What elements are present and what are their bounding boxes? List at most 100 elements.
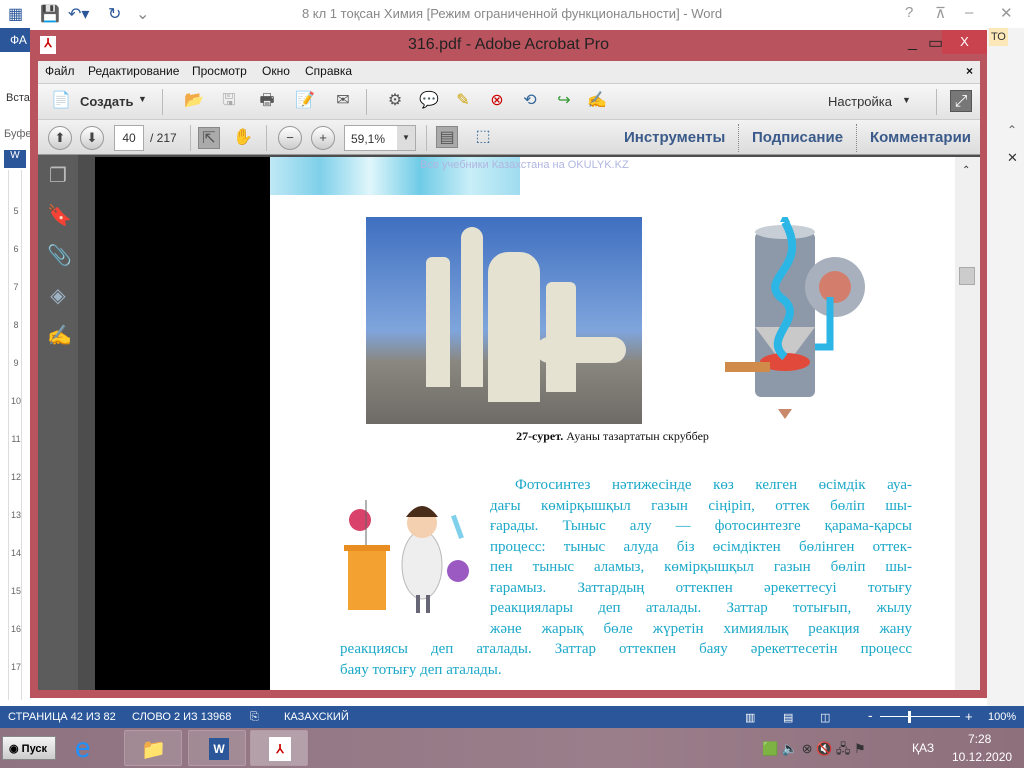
paragraph-line: реакциясы деп аталады. Заттар оттекпен б… [340, 641, 912, 657]
scrollbar-thumb[interactable] [959, 267, 975, 285]
tray-icons[interactable]: 🟩 🔈 ⊗ 🔇 🖧 ⚑ [762, 740, 866, 762]
divider [162, 89, 163, 115]
attachments-paperclip-icon[interactable]: 📎 [47, 245, 72, 267]
comment-icon[interactable]: 💬 [418, 90, 440, 112]
ribbon-partial-label: ТО [989, 28, 1008, 46]
word-doc-icon[interactable]: W [4, 150, 26, 168]
close-document-button[interactable]: ✕ [1007, 150, 1018, 166]
figure-number: 27-сурет. [516, 429, 564, 443]
maximize-acrobat-button[interactable]: ▭ [928, 33, 943, 53]
main-toolbar: 📄 Создать ▼ 📂 🖫 🖶 📝 ✉ ⚙ 💬 ✎ ⊗ ⟲ ↪ ✍ Наст… [38, 83, 980, 119]
vertical-scrollbar[interactable]: ⌃ [955, 157, 980, 690]
menu-view[interactable]: Просмотр [192, 64, 247, 78]
scroll-up-icon[interactable]: ⌃ [962, 165, 970, 176]
zoom-slider[interactable] [880, 716, 960, 717]
acrobat-title-bar: ⅄ 316.pdf - Adobe Acrobat Pro _ ▭ X [30, 30, 987, 60]
minimize-button[interactable]: – [965, 4, 973, 21]
zoom-level-select[interactable]: 59,1% ▼ [344, 125, 416, 151]
divider [738, 124, 739, 152]
open-folder-icon[interactable]: 📂 [183, 90, 205, 112]
close-acrobat-button[interactable]: X [942, 30, 987, 54]
zoom-dropdown-icon[interactable]: ▼ [397, 126, 415, 150]
menu-file[interactable]: Файл [45, 64, 75, 78]
sign-document-icon[interactable]: ✍ [586, 90, 608, 112]
zoom-out-status-button[interactable]: - [868, 707, 873, 723]
signatures-icon[interactable]: ✍ [47, 325, 72, 347]
acrobat-taskbar-button[interactable]: ⅄ [250, 730, 308, 766]
next-page-button[interactable]: ⬇ [80, 126, 104, 150]
help-button[interactable]: ? [905, 4, 913, 21]
select-tool-icon[interactable]: ⇱ [198, 127, 220, 149]
close-word-button[interactable]: ✕ [1000, 4, 1013, 22]
menu-window[interactable]: Окно [262, 64, 290, 78]
divider [856, 124, 857, 152]
save-icon[interactable]: 🖫 [218, 90, 240, 112]
word-window-title: 8 кл 1 тоқсан Химия [Режим ограниченной … [301, 6, 723, 21]
paragraph-line: дағы көмірқышқыл газын сіңіріп, оттек бө… [490, 497, 912, 514]
menu-help[interactable]: Справка [305, 64, 352, 78]
email-icon[interactable]: ✉ [332, 90, 354, 112]
hand-tool-icon[interactable]: ✋ [232, 127, 254, 149]
start-button[interactable]: ◉ Пуск [2, 736, 56, 760]
close-document-icon[interactable]: × [966, 64, 973, 78]
ruler-number: 8 [13, 320, 19, 330]
zoom-in-status-button[interactable]: + [965, 709, 973, 724]
zoom-in-button[interactable]: + [311, 126, 335, 150]
read-mode-icon[interactable]: ▥ [745, 711, 755, 724]
sign-pane-link[interactable]: Подписание [752, 129, 843, 146]
clipboard-group-label: Буфе [4, 128, 32, 140]
proofing-icon[interactable]: ⎘ [250, 711, 259, 724]
previous-page-button[interactable]: ⬆ [48, 126, 72, 150]
word-count-status[interactable]: СЛОВО 2 ИЗ 13968 [132, 711, 231, 723]
clock-time[interactable]: 7:28 [968, 732, 991, 746]
full-screen-icon[interactable]: ⤢ [950, 90, 972, 112]
menu-bar: Файл Редактирование Просмотр Окно Справк… [38, 61, 980, 83]
highlight-text-icon[interactable]: ✎ [452, 90, 474, 112]
zoom-percent[interactable]: 100% [988, 711, 1016, 723]
menu-edit[interactable]: Редактирование [88, 64, 179, 78]
paragraph-line: реакциялары деп аталады. Заттар тотығып,… [490, 600, 912, 616]
ruler-number: 17 [10, 662, 21, 672]
vertical-ruler: 5 6 7 8 9 10 11 12 13 14 15 16 17 [8, 170, 22, 700]
folder-icon: 📁 [141, 739, 166, 761]
page-total-label: / 217 [150, 131, 177, 145]
settings-gear-icon[interactable]: ⚙ [384, 90, 406, 112]
scrubber-diagram [725, 217, 865, 419]
zoom-level-value: 59,1% [351, 132, 386, 146]
acrobat-window-title: 316.pdf - Adobe Acrobat Pro [407, 36, 610, 53]
word-taskbar-button[interactable]: W [188, 730, 246, 766]
edit-document-icon[interactable]: 📝 [294, 90, 316, 112]
customize-button[interactable]: Настройка [828, 94, 892, 109]
collapse-ribbon-icon[interactable]: ⌃ [1007, 123, 1017, 137]
web-layout-icon[interactable]: ◫ [820, 711, 830, 724]
create-dropdown-icon[interactable]: ▼ [138, 94, 147, 104]
page-number-input[interactable]: 40 [114, 125, 144, 151]
comment-pane-link[interactable]: Комментарии [870, 129, 971, 146]
tools-pane-link[interactable]: Инструменты [624, 129, 725, 146]
layers-icon[interactable]: ◈ [47, 285, 69, 307]
customize-dropdown-icon[interactable]: ▼ [902, 95, 911, 105]
fit-page-icon[interactable]: ⬚ [472, 126, 494, 148]
ribbon-display-button[interactable]: ⊼ [935, 4, 946, 22]
create-pdf-icon[interactable]: 📄 [50, 90, 72, 112]
explorer-taskbar-button[interactable]: 📁 [124, 730, 182, 766]
page-count-status[interactable]: СТРАНИЦА 42 ИЗ 82 [8, 711, 116, 723]
create-button[interactable]: Создать [80, 94, 133, 109]
print-icon[interactable]: 🖶 [256, 90, 278, 112]
delete-page-icon[interactable]: ⊗ [486, 90, 508, 112]
minimize-acrobat-button[interactable]: _ [908, 34, 917, 52]
fit-width-icon[interactable]: ▤ [436, 126, 458, 148]
clock-date[interactable]: 10.12.2020 [952, 750, 1012, 764]
bookmarks-icon[interactable]: 🔖 [47, 205, 72, 227]
zoom-out-button[interactable]: − [278, 126, 302, 150]
ocr-icon[interactable]: ⟲ [519, 90, 541, 112]
print-layout-icon[interactable]: ▤ [783, 711, 793, 724]
word-file-tab[interactable]: ФА [0, 28, 30, 52]
page-thumbnails-icon[interactable]: ❐ [47, 165, 69, 187]
extract-page-icon[interactable]: ↪ [553, 90, 575, 112]
keyboard-language[interactable]: ҚАЗ [912, 741, 934, 755]
divider [426, 125, 427, 151]
zoom-slider-thumb[interactable] [908, 711, 911, 723]
internet-explorer-icon[interactable]: e [75, 732, 91, 764]
language-status[interactable]: КАЗАХСКИЙ [284, 711, 349, 723]
